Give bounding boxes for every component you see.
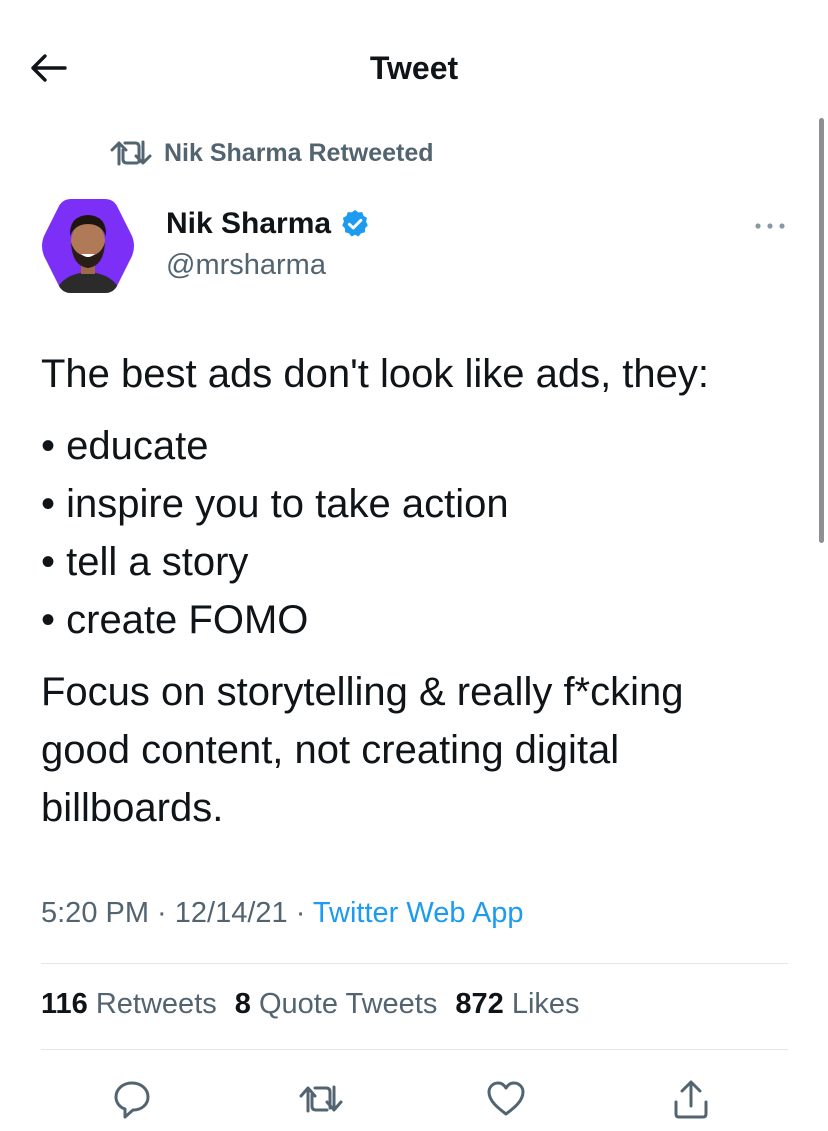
tweet-closing-line: billboards. — [41, 786, 224, 830]
more-options-button[interactable] — [752, 212, 788, 240]
tweet-date[interactable]: 12/14/21 — [175, 897, 288, 929]
retweets-label: Retweets — [95, 988, 217, 1020]
likes-label: Likes — [511, 988, 580, 1020]
retweet-context-label: Nik Sharma Retweeted — [164, 138, 434, 167]
share-icon — [674, 1080, 708, 1119]
more-dots-icon — [755, 223, 785, 229]
tweet-meta: 5:20 PM · 12/14/21 · Twitter Web App — [41, 897, 524, 930]
quote-tweets-label: Quote Tweets — [258, 988, 438, 1020]
like-button[interactable] — [481, 1074, 531, 1124]
retweet-context[interactable]: Nik Sharma Retweeted — [110, 138, 434, 168]
retweet-button[interactable] — [296, 1074, 346, 1124]
tweet-time[interactable]: 5:20 PM — [41, 897, 149, 929]
tweet-bullet: • inspire you to take action — [41, 482, 509, 526]
reply-button[interactable] — [107, 1074, 157, 1124]
author-name: Nik Sharma — [166, 207, 332, 240]
top-bar: Tweet — [0, 0, 828, 120]
tweet-body: The best ads don't look like ads, they: … — [41, 345, 801, 837]
tweet-action-bar — [0, 1066, 828, 1126]
tweet-stats: 116 Retweets 8 Quote Tweets 872 Likes — [41, 988, 580, 1021]
tweet-bullet: • tell a story — [41, 540, 249, 584]
retweet-icon — [299, 1085, 343, 1113]
meta-separator: · — [287, 897, 313, 929]
like-icon — [487, 1081, 525, 1116]
tweet-source-link[interactable]: Twitter Web App — [313, 897, 524, 929]
retweets-stat[interactable]: 116 Retweets — [41, 988, 217, 1021]
tweet-closing-line: Focus on storytelling & really f*cking — [41, 670, 684, 714]
tweet-bullet: • create FOMO — [41, 598, 309, 642]
likes-count: 872 — [455, 988, 504, 1020]
author-name-row[interactable]: Nik Sharma — [166, 207, 371, 241]
tweet-intro: The best ads don't look like ads, they: — [41, 352, 710, 396]
meta-separator: · — [149, 897, 175, 929]
page-title: Tweet — [369, 50, 459, 86]
quote-tweets-count: 8 — [234, 988, 251, 1020]
verified-badge-icon — [342, 210, 368, 237]
avatar[interactable] — [41, 196, 135, 296]
reply-icon — [114, 1081, 150, 1119]
divider — [41, 963, 788, 964]
author-handle[interactable]: @mrsharma — [166, 249, 326, 282]
tweet-closing-line: good content, not creating digital — [41, 728, 620, 772]
share-button[interactable] — [666, 1074, 716, 1124]
scrollbar[interactable] — [819, 118, 824, 543]
quote-tweets-stat[interactable]: 8 Quote Tweets — [235, 988, 438, 1021]
likes-stat[interactable]: 872 Likes — [455, 988, 579, 1021]
retweets-count: 116 — [41, 988, 88, 1020]
tweet-bullet: • educate — [41, 424, 209, 468]
retweet-icon — [110, 140, 152, 166]
divider — [41, 1049, 788, 1050]
